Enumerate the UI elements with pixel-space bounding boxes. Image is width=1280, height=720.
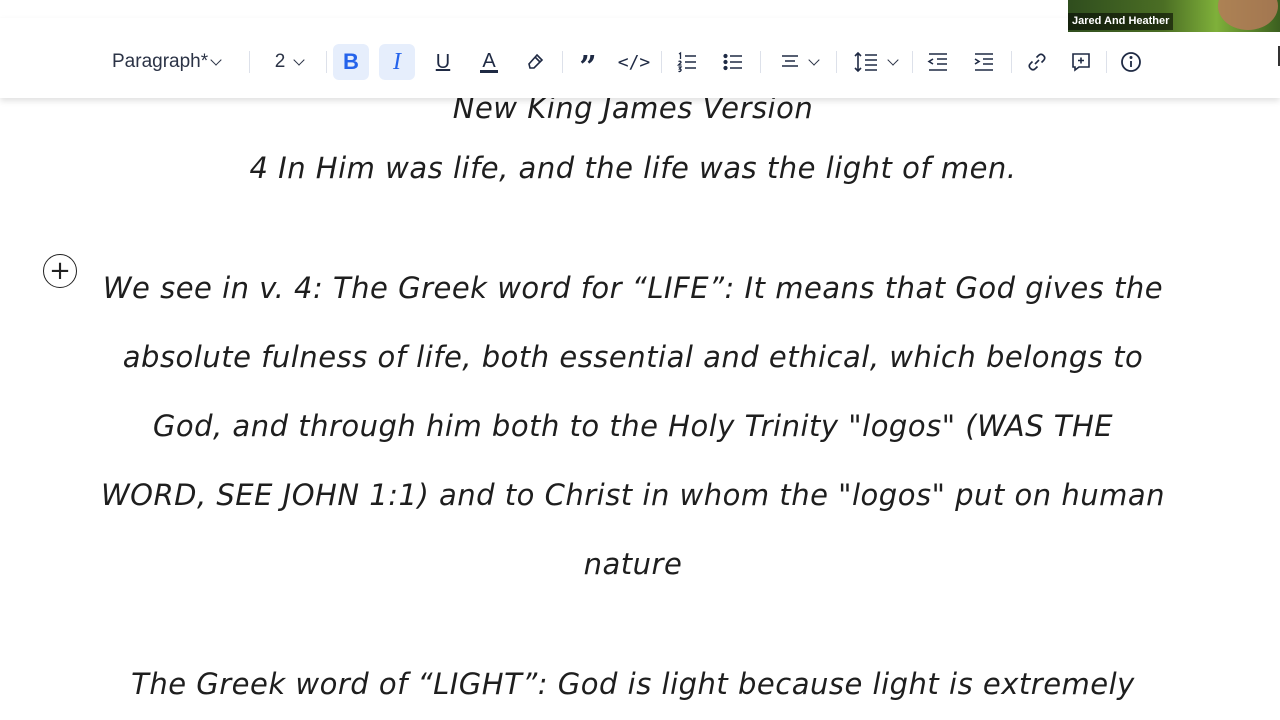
align-icon xyxy=(782,55,798,67)
underline-icon: U xyxy=(435,50,451,73)
chevron-down-icon xyxy=(808,53,820,66)
webcam-overlay: Jared And Heather xyxy=(1068,0,1280,32)
info-button[interactable] xyxy=(1113,44,1149,80)
blockquote-button[interactable]: ” xyxy=(570,44,606,85)
toolbar-divider xyxy=(912,51,913,73)
participant-video xyxy=(1218,0,1278,30)
numbered-list-button[interactable] xyxy=(669,44,705,80)
toolbar-divider xyxy=(249,51,250,73)
numbered-list-icon xyxy=(676,51,696,73)
add-block-button[interactable]: + xyxy=(43,254,77,288)
bulleted-list-icon xyxy=(723,53,742,71)
bold-button[interactable]: B xyxy=(333,44,369,80)
line-height-dropdown[interactable] xyxy=(848,44,902,80)
toolbar-divider xyxy=(661,51,662,73)
alignment-dropdown[interactable] xyxy=(772,44,826,80)
code-button[interactable]: </> xyxy=(616,44,652,80)
indent-button[interactable] xyxy=(966,44,1002,80)
paragraph-style-label: Paragraph* xyxy=(112,51,209,72)
paragraph-style-dropdown[interactable]: Paragraph* xyxy=(112,44,240,80)
verse-line: 4 In Him was life, and the life was the … xyxy=(249,151,1017,185)
outdent-icon xyxy=(927,53,947,71)
toolbar-divider xyxy=(562,51,563,73)
underline-button[interactable]: U xyxy=(425,44,461,80)
commentary-paragraph-light[interactable]: The Greek word of “LIGHT”: God is light … xyxy=(100,650,1166,719)
toolbar-divider xyxy=(760,51,761,73)
highlight-icon xyxy=(528,53,544,69)
italic-icon: I xyxy=(393,48,401,75)
add-embed-icon xyxy=(1072,53,1090,72)
toolbar-divider xyxy=(1011,51,1012,73)
bulleted-list-button[interactable] xyxy=(715,44,751,80)
toolbar-divider xyxy=(1106,51,1107,73)
font-size-dropdown[interactable]: 2 xyxy=(262,44,316,80)
toolbar-divider xyxy=(836,51,837,73)
blockquote-icon: ” xyxy=(579,50,597,85)
link-button[interactable] xyxy=(1019,44,1055,80)
commentary-paragraph-life[interactable]: We see in v. 4: The Greek word for “LIFE… xyxy=(100,254,1166,599)
info-icon xyxy=(1121,52,1141,72)
line-height-icon xyxy=(854,51,877,73)
toolbar-divider xyxy=(326,51,327,73)
plus-icon: + xyxy=(49,256,71,286)
chevron-down-icon xyxy=(210,53,222,66)
highlight-button[interactable] xyxy=(517,44,553,80)
outdent-button[interactable] xyxy=(920,44,956,80)
bold-icon: B xyxy=(343,49,359,74)
text-color-button[interactable]: A xyxy=(471,44,507,80)
chevron-down-icon xyxy=(293,53,305,66)
text-color-icon: A xyxy=(480,49,498,73)
italic-button[interactable]: I xyxy=(379,44,415,80)
font-size-value: 2 xyxy=(274,51,286,72)
code-icon: </> xyxy=(617,51,651,73)
chevron-down-icon xyxy=(887,53,899,66)
indent-icon xyxy=(974,53,993,71)
participant-name: Jared And Heather xyxy=(1068,13,1174,30)
add-embed-button[interactable] xyxy=(1063,44,1099,80)
link-icon xyxy=(1028,53,1046,71)
